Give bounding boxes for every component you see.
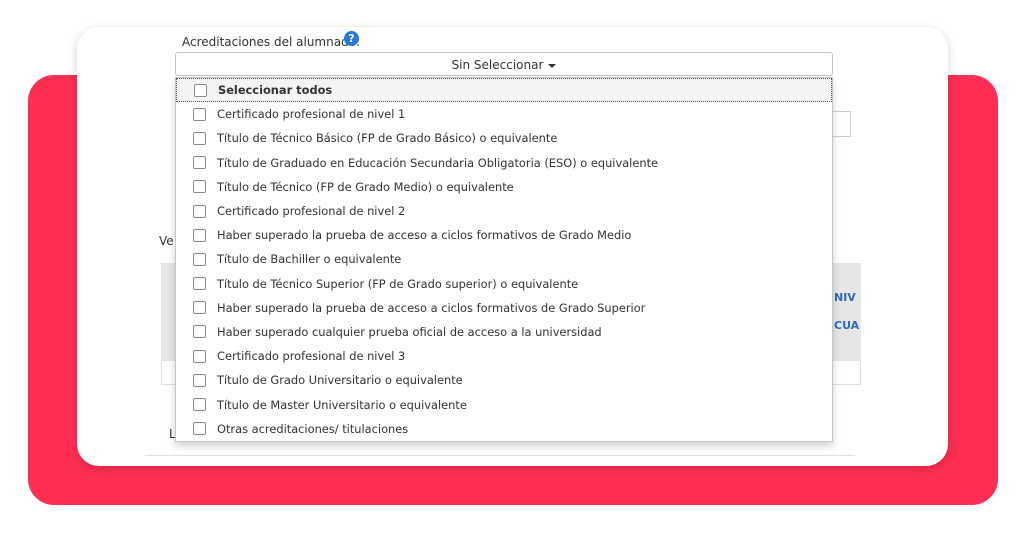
option-item[interactable]: Título de Graduado en Educación Secundar…	[176, 151, 832, 175]
option-item[interactable]: Otras acreditaciones/ titulaciones	[176, 417, 832, 441]
option-label: Haber superado la prueba de acceso a cic…	[217, 300, 646, 315]
checkbox[interactable]	[193, 156, 206, 170]
option-item[interactable]: Título de Técnico (FP de Grado Medio) o …	[176, 175, 832, 199]
option-item[interactable]: Certificado profesional de nivel 3	[176, 344, 832, 368]
checkbox[interactable]	[193, 398, 206, 412]
checkbox[interactable]	[193, 301, 206, 315]
option-label: Título de Master Universitario o equival…	[217, 397, 467, 412]
background-cua-text[interactable]: CUA	[834, 319, 859, 332]
select-all-option[interactable]: Seleccionar todos	[176, 78, 832, 103]
option-label: Certificado profesional de nivel 1	[217, 107, 406, 122]
option-item[interactable]: Título de Master Universitario o equival…	[176, 392, 832, 416]
option-label: Otras acreditaciones/ titulaciones	[217, 421, 409, 436]
checkbox[interactable]	[193, 373, 206, 387]
option-item[interactable]: Certificado profesional de nivel 1	[176, 102, 832, 126]
question-circle-icon[interactable]: ?	[344, 31, 359, 46]
divider	[145, 455, 855, 456]
option-label: Título de Técnico (FP de Grado Medio) o …	[217, 179, 514, 194]
checkbox[interactable]	[193, 325, 206, 339]
option-label: Seleccionar todos	[218, 83, 333, 98]
option-item[interactable]: Haber superado la prueba de acceso a cic…	[176, 296, 832, 320]
option-label: Título de Graduado en Educación Secundar…	[217, 155, 659, 170]
option-item[interactable]: Título de Técnico Superior (FP de Grado …	[176, 272, 832, 296]
checkbox[interactable]	[193, 107, 206, 121]
option-item[interactable]: Título de Grado Universitario o equivale…	[176, 368, 832, 392]
acreditaciones-dropdown-menu: Seleccionar todos Certificado profesiona…	[175, 77, 833, 442]
select-button-label: Sin Seleccionar	[451, 58, 544, 72]
option-label: Título de Bachiller o equivalente	[217, 252, 402, 267]
checkbox[interactable]	[193, 131, 206, 145]
caret-down-icon	[548, 63, 557, 68]
option-label: Certificado profesional de nivel 2	[217, 204, 406, 219]
checkbox[interactable]	[193, 204, 206, 218]
option-label: Haber superado la prueba de acceso a cic…	[217, 228, 632, 243]
acreditaciones-label: Acreditaciones del alumnado:	[182, 35, 361, 49]
checkbox[interactable]	[194, 83, 207, 97]
option-label: Certificado profesional de nivel 3	[217, 349, 406, 364]
option-item[interactable]: Haber superado cualquier prueba oficial …	[176, 320, 832, 344]
option-item[interactable]: Título de Técnico Básico (FP de Grado Bá…	[176, 126, 832, 150]
checkbox[interactable]	[193, 180, 206, 194]
checkbox[interactable]	[193, 228, 206, 242]
background-input-edge[interactable]	[831, 111, 851, 137]
background-ve-text: Ve	[159, 234, 174, 248]
checkbox[interactable]	[193, 422, 206, 436]
option-item[interactable]: Certificado profesional de nivel 2	[176, 199, 832, 223]
checkbox[interactable]	[193, 277, 206, 291]
option-label: Título de Técnico Superior (FP de Grado …	[217, 276, 579, 291]
acreditaciones-select-button[interactable]: Sin Seleccionar	[175, 52, 833, 76]
option-label: Título de Grado Universitario o equivale…	[217, 373, 463, 388]
checkbox[interactable]	[193, 252, 206, 266]
option-item[interactable]: Título de Bachiller o equivalente	[176, 247, 832, 271]
option-label: Título de Técnico Básico (FP de Grado Bá…	[217, 131, 558, 146]
option-label: Haber superado cualquier prueba oficial …	[217, 324, 602, 339]
background-niv-text[interactable]: NIV	[834, 291, 856, 304]
checkbox[interactable]	[193, 349, 206, 363]
option-item[interactable]: Haber superado la prueba de acceso a cic…	[176, 223, 832, 247]
